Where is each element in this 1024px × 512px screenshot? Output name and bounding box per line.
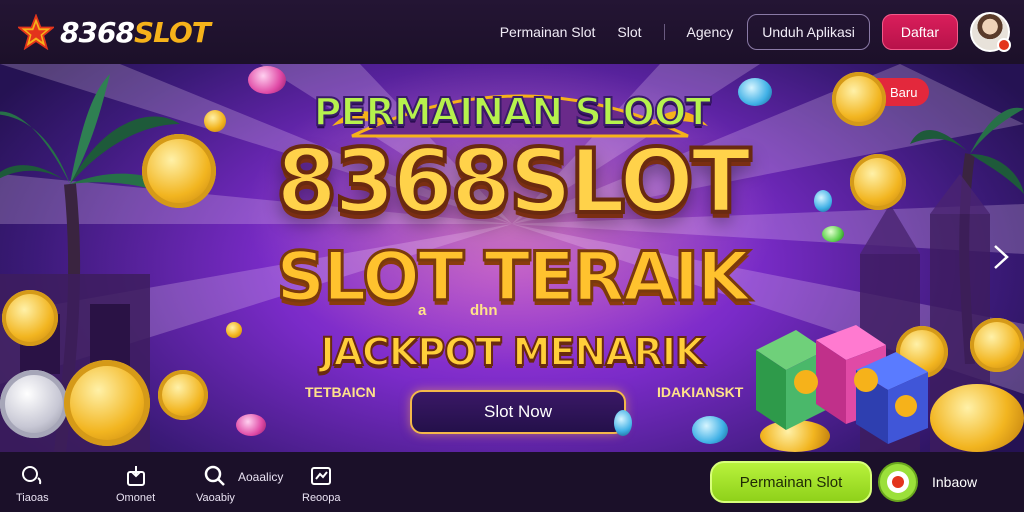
- gold-coin-icon: [142, 134, 216, 208]
- user-avatar[interactable]: [970, 12, 1011, 52]
- gold-coin-icon: [204, 110, 226, 132]
- register-button[interactable]: Daftar: [881, 14, 958, 50]
- bottom-nav-deposit-label: Omonet: [116, 492, 156, 504]
- gold-coin-icon: [158, 370, 208, 420]
- logo-suffix: SLOT: [133, 15, 211, 49]
- hero-side-left-text: TETBAICN: [305, 384, 376, 400]
- hero-slot-title: SLOT TERAIK: [275, 237, 752, 319]
- hero-small-text-dhn: dhn: [470, 302, 498, 319]
- main-nav: Permainan Slot Slot Agency: [500, 24, 734, 40]
- search-icon: [205, 465, 226, 486]
- promo-icon: [311, 467, 332, 485]
- bottom-nav-search[interactable]: Vaoabiy: [196, 464, 235, 504]
- gold-coin-icon: [850, 154, 906, 210]
- inbox-label[interactable]: Inbaow: [932, 474, 977, 490]
- slot-cubes-icon: [756, 325, 928, 444]
- silver-coin-icon: [0, 370, 68, 438]
- hero-side-right-text: IDAKIANSKT: [657, 384, 744, 400]
- nav-divider: [663, 24, 665, 40]
- download-app-button[interactable]: Unduh Aplikasi: [747, 14, 870, 50]
- gold-coin-icon: [832, 72, 886, 126]
- logo-prefix: 8368: [60, 15, 135, 49]
- gold-coin-icon: [930, 384, 1024, 452]
- page: 8368SLOT Permainan Slot Slot Agency Undu…: [0, 0, 1024, 512]
- bottom-nav-promo[interactable]: Reoopa: [302, 464, 341, 504]
- gold-coin-icon: [226, 322, 242, 338]
- blue-chip-icon: [738, 78, 772, 106]
- hero-banner[interactable]: PERMAINAN SLOOT 8368SLOT SLOT TERAIK a d…: [0, 64, 1024, 452]
- hero-small-text-a: a: [418, 302, 427, 319]
- nav-permainan-slot[interactable]: Permainan Slot: [500, 24, 596, 40]
- bottom-navigation-bar: Tiaoas Omonet Vaoabiy Aoaalicy Reoopa Pe…: [0, 452, 1024, 512]
- bottom-nav-deposit[interactable]: Omonet: [116, 464, 155, 504]
- bottom-nav-agency-label[interactable]: Aoaalicy: [238, 470, 283, 484]
- nav-slot[interactable]: Slot: [617, 24, 641, 40]
- bottom-nav-home[interactable]: Tiaoas: [16, 464, 49, 504]
- badge-label: Baru: [890, 84, 918, 100]
- site-logo[interactable]: 8368SLOT: [18, 14, 211, 50]
- pink-chip-icon: [248, 66, 286, 94]
- gold-coin-icon: [970, 318, 1024, 372]
- green-chip-icon: [822, 226, 844, 242]
- bottom-nav-home-label: Tiaoas: [16, 492, 49, 504]
- bottom-nav-search-label: Vaoabiy: [196, 492, 235, 504]
- home-icon: [22, 466, 42, 485]
- chevron-right-icon: [994, 245, 1009, 269]
- notification-dot: [997, 38, 1011, 52]
- blue-chip-icon: [614, 410, 632, 436]
- blue-chip-icon: [692, 416, 728, 444]
- chat-support-icon[interactable]: [876, 461, 920, 503]
- play-slot-button[interactable]: Permainan Slot: [710, 461, 872, 503]
- deposit-icon: [126, 466, 145, 486]
- logo-text: 8368SLOT: [60, 15, 211, 49]
- carousel-next-button[interactable]: [986, 240, 1016, 274]
- gold-coin-icon: [2, 290, 58, 346]
- slot-now-button[interactable]: Slot Now: [410, 390, 626, 434]
- bottom-nav-promo-label: Reoopa: [302, 492, 341, 504]
- blue-chip-icon: [814, 190, 832, 212]
- gold-coin-icon: [64, 360, 150, 446]
- pink-chip-icon: [236, 414, 266, 436]
- nav-agency[interactable]: Agency: [687, 24, 734, 40]
- star-logo-icon: [18, 14, 54, 50]
- top-navigation-bar: 8368SLOT Permainan Slot Slot Agency Undu…: [0, 0, 1024, 64]
